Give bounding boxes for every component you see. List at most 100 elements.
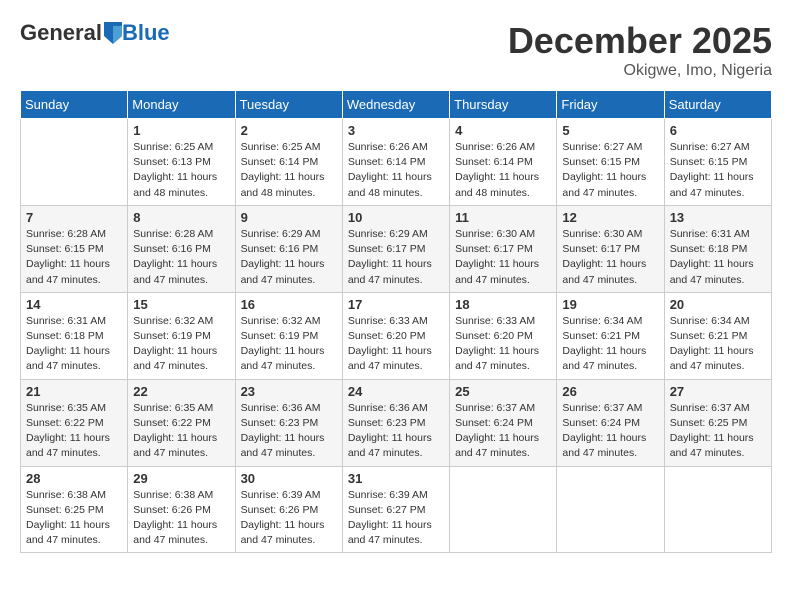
logo: General Blue (20, 20, 170, 46)
calendar-header-monday: Monday (128, 91, 235, 119)
day-info: Sunrise: 6:38 AM Sunset: 6:25 PM Dayligh… (26, 488, 122, 549)
day-number: 6 (670, 123, 766, 138)
day-number: 21 (26, 384, 122, 399)
calendar-cell: 22 Sunrise: 6:35 AM Sunset: 6:22 PM Dayli… (128, 379, 235, 466)
calendar-week-row: 14 Sunrise: 6:31 AM Sunset: 6:18 PM Dayli… (21, 292, 772, 379)
day-number: 14 (26, 297, 122, 312)
day-info: Sunrise: 6:27 AM Sunset: 6:15 PM Dayligh… (670, 140, 766, 201)
calendar-week-row: 1 Sunrise: 6:25 AM Sunset: 6:13 PM Daylig… (21, 119, 772, 206)
calendar-cell: 2 Sunrise: 6:25 AM Sunset: 6:14 PM Daylig… (235, 119, 342, 206)
day-info: Sunrise: 6:39 AM Sunset: 6:26 PM Dayligh… (241, 488, 337, 549)
calendar-table: SundayMondayTuesdayWednesdayThursdayFrid… (20, 90, 772, 553)
day-info: Sunrise: 6:31 AM Sunset: 6:18 PM Dayligh… (26, 314, 122, 375)
day-number: 26 (562, 384, 658, 399)
day-number: 4 (455, 123, 551, 138)
day-info: Sunrise: 6:25 AM Sunset: 6:14 PM Dayligh… (241, 140, 337, 201)
day-info: Sunrise: 6:32 AM Sunset: 6:19 PM Dayligh… (241, 314, 337, 375)
day-number: 9 (241, 210, 337, 225)
calendar-cell: 15 Sunrise: 6:32 AM Sunset: 6:19 PM Dayli… (128, 292, 235, 379)
day-number: 8 (133, 210, 229, 225)
calendar-header-friday: Friday (557, 91, 664, 119)
calendar-cell: 25 Sunrise: 6:37 AM Sunset: 6:24 PM Dayli… (450, 379, 557, 466)
calendar-cell: 7Sunrise: 6:28 AM Sunset: 6:15 PM Daylig… (21, 205, 128, 292)
day-number: 28 (26, 471, 122, 486)
day-info: Sunrise: 6:36 AM Sunset: 6:23 PM Dayligh… (348, 401, 444, 462)
calendar-cell: 14 Sunrise: 6:31 AM Sunset: 6:18 PM Dayli… (21, 292, 128, 379)
calendar-cell: 13Sunrise: 6:31 AM Sunset: 6:18 PM Dayli… (664, 205, 771, 292)
calendar-cell: 12 Sunrise: 6:30 AM Sunset: 6:17 PM Dayli… (557, 205, 664, 292)
day-number: 17 (348, 297, 444, 312)
day-number: 20 (670, 297, 766, 312)
day-number: 23 (241, 384, 337, 399)
day-info: Sunrise: 6:27 AM Sunset: 6:15 PM Dayligh… (562, 140, 658, 201)
day-number: 19 (562, 297, 658, 312)
calendar-cell: 18Sunrise: 6:33 AM Sunset: 6:20 PM Dayli… (450, 292, 557, 379)
page-header: General Blue December 2025 Okigwe, Imo, … (20, 20, 772, 80)
day-info: Sunrise: 6:37 AM Sunset: 6:24 PM Dayligh… (455, 401, 551, 462)
day-info: Sunrise: 6:39 AM Sunset: 6:27 PM Dayligh… (348, 488, 444, 549)
day-number: 15 (133, 297, 229, 312)
calendar-week-row: 28 Sunrise: 6:38 AM Sunset: 6:25 PM Dayli… (21, 466, 772, 553)
day-number: 10 (348, 210, 444, 225)
logo-blue-text: Blue (122, 20, 170, 46)
calendar-cell: 4 Sunrise: 6:26 AM Sunset: 6:14 PM Daylig… (450, 119, 557, 206)
calendar-week-row: 7Sunrise: 6:28 AM Sunset: 6:15 PM Daylig… (21, 205, 772, 292)
day-info: Sunrise: 6:34 AM Sunset: 6:21 PM Dayligh… (670, 314, 766, 375)
day-number: 18 (455, 297, 551, 312)
calendar-cell: 9 Sunrise: 6:29 AM Sunset: 6:16 PM Daylig… (235, 205, 342, 292)
day-info: Sunrise: 6:35 AM Sunset: 6:22 PM Dayligh… (133, 401, 229, 462)
day-number: 1 (133, 123, 229, 138)
day-info: Sunrise: 6:37 AM Sunset: 6:25 PM Dayligh… (670, 401, 766, 462)
day-number: 7 (26, 210, 122, 225)
calendar-cell: 11Sunrise: 6:30 AM Sunset: 6:17 PM Dayli… (450, 205, 557, 292)
day-number: 29 (133, 471, 229, 486)
calendar-cell (557, 466, 664, 553)
calendar-cell: 27 Sunrise: 6:37 AM Sunset: 6:25 PM Dayli… (664, 379, 771, 466)
day-number: 24 (348, 384, 444, 399)
day-info: Sunrise: 6:26 AM Sunset: 6:14 PM Dayligh… (348, 140, 444, 201)
calendar-cell: 16 Sunrise: 6:32 AM Sunset: 6:19 PM Dayli… (235, 292, 342, 379)
calendar-cell (450, 466, 557, 553)
calendar-header-tuesday: Tuesday (235, 91, 342, 119)
day-number: 30 (241, 471, 337, 486)
day-info: Sunrise: 6:34 AM Sunset: 6:21 PM Dayligh… (562, 314, 658, 375)
day-info: Sunrise: 6:26 AM Sunset: 6:14 PM Dayligh… (455, 140, 551, 201)
calendar-cell: 26 Sunrise: 6:37 AM Sunset: 6:24 PM Dayli… (557, 379, 664, 466)
calendar-cell (21, 119, 128, 206)
day-number: 12 (562, 210, 658, 225)
calendar-cell: 30 Sunrise: 6:39 AM Sunset: 6:26 PM Dayli… (235, 466, 342, 553)
day-info: Sunrise: 6:28 AM Sunset: 6:16 PM Dayligh… (133, 227, 229, 288)
calendar-cell: 21 Sunrise: 6:35 AM Sunset: 6:22 PM Dayli… (21, 379, 128, 466)
day-info: Sunrise: 6:29 AM Sunset: 6:16 PM Dayligh… (241, 227, 337, 288)
calendar-header-row: SundayMondayTuesdayWednesdayThursdayFrid… (21, 91, 772, 119)
calendar-cell: 23Sunrise: 6:36 AM Sunset: 6:23 PM Dayli… (235, 379, 342, 466)
calendar-cell: 20 Sunrise: 6:34 AM Sunset: 6:21 PM Dayli… (664, 292, 771, 379)
logo-icon (104, 22, 122, 44)
day-number: 5 (562, 123, 658, 138)
day-info: Sunrise: 6:33 AM Sunset: 6:20 PM Dayligh… (348, 314, 444, 375)
month-title: December 2025 (508, 20, 772, 62)
calendar-cell: 28 Sunrise: 6:38 AM Sunset: 6:25 PM Dayli… (21, 466, 128, 553)
calendar-cell: 1 Sunrise: 6:25 AM Sunset: 6:13 PM Daylig… (128, 119, 235, 206)
day-number: 31 (348, 471, 444, 486)
day-info: Sunrise: 6:25 AM Sunset: 6:13 PM Dayligh… (133, 140, 229, 201)
day-info: Sunrise: 6:38 AM Sunset: 6:26 PM Dayligh… (133, 488, 229, 549)
day-number: 22 (133, 384, 229, 399)
calendar-cell: 6 Sunrise: 6:27 AM Sunset: 6:15 PM Daylig… (664, 119, 771, 206)
day-info: Sunrise: 6:37 AM Sunset: 6:24 PM Dayligh… (562, 401, 658, 462)
calendar-cell: 17 Sunrise: 6:33 AM Sunset: 6:20 PM Dayli… (342, 292, 449, 379)
calendar-cell: 29 Sunrise: 6:38 AM Sunset: 6:26 PM Dayli… (128, 466, 235, 553)
calendar-cell: 3Sunrise: 6:26 AM Sunset: 6:14 PM Daylig… (342, 119, 449, 206)
day-info: Sunrise: 6:31 AM Sunset: 6:18 PM Dayligh… (670, 227, 766, 288)
day-info: Sunrise: 6:35 AM Sunset: 6:22 PM Dayligh… (26, 401, 122, 462)
day-info: Sunrise: 6:29 AM Sunset: 6:17 PM Dayligh… (348, 227, 444, 288)
day-info: Sunrise: 6:32 AM Sunset: 6:19 PM Dayligh… (133, 314, 229, 375)
day-number: 16 (241, 297, 337, 312)
day-number: 2 (241, 123, 337, 138)
day-info: Sunrise: 6:30 AM Sunset: 6:17 PM Dayligh… (562, 227, 658, 288)
title-block: December 2025 Okigwe, Imo, Nigeria (508, 20, 772, 80)
logo-general-text: General (20, 20, 102, 46)
day-number: 27 (670, 384, 766, 399)
location: Okigwe, Imo, Nigeria (508, 62, 772, 80)
day-number: 25 (455, 384, 551, 399)
